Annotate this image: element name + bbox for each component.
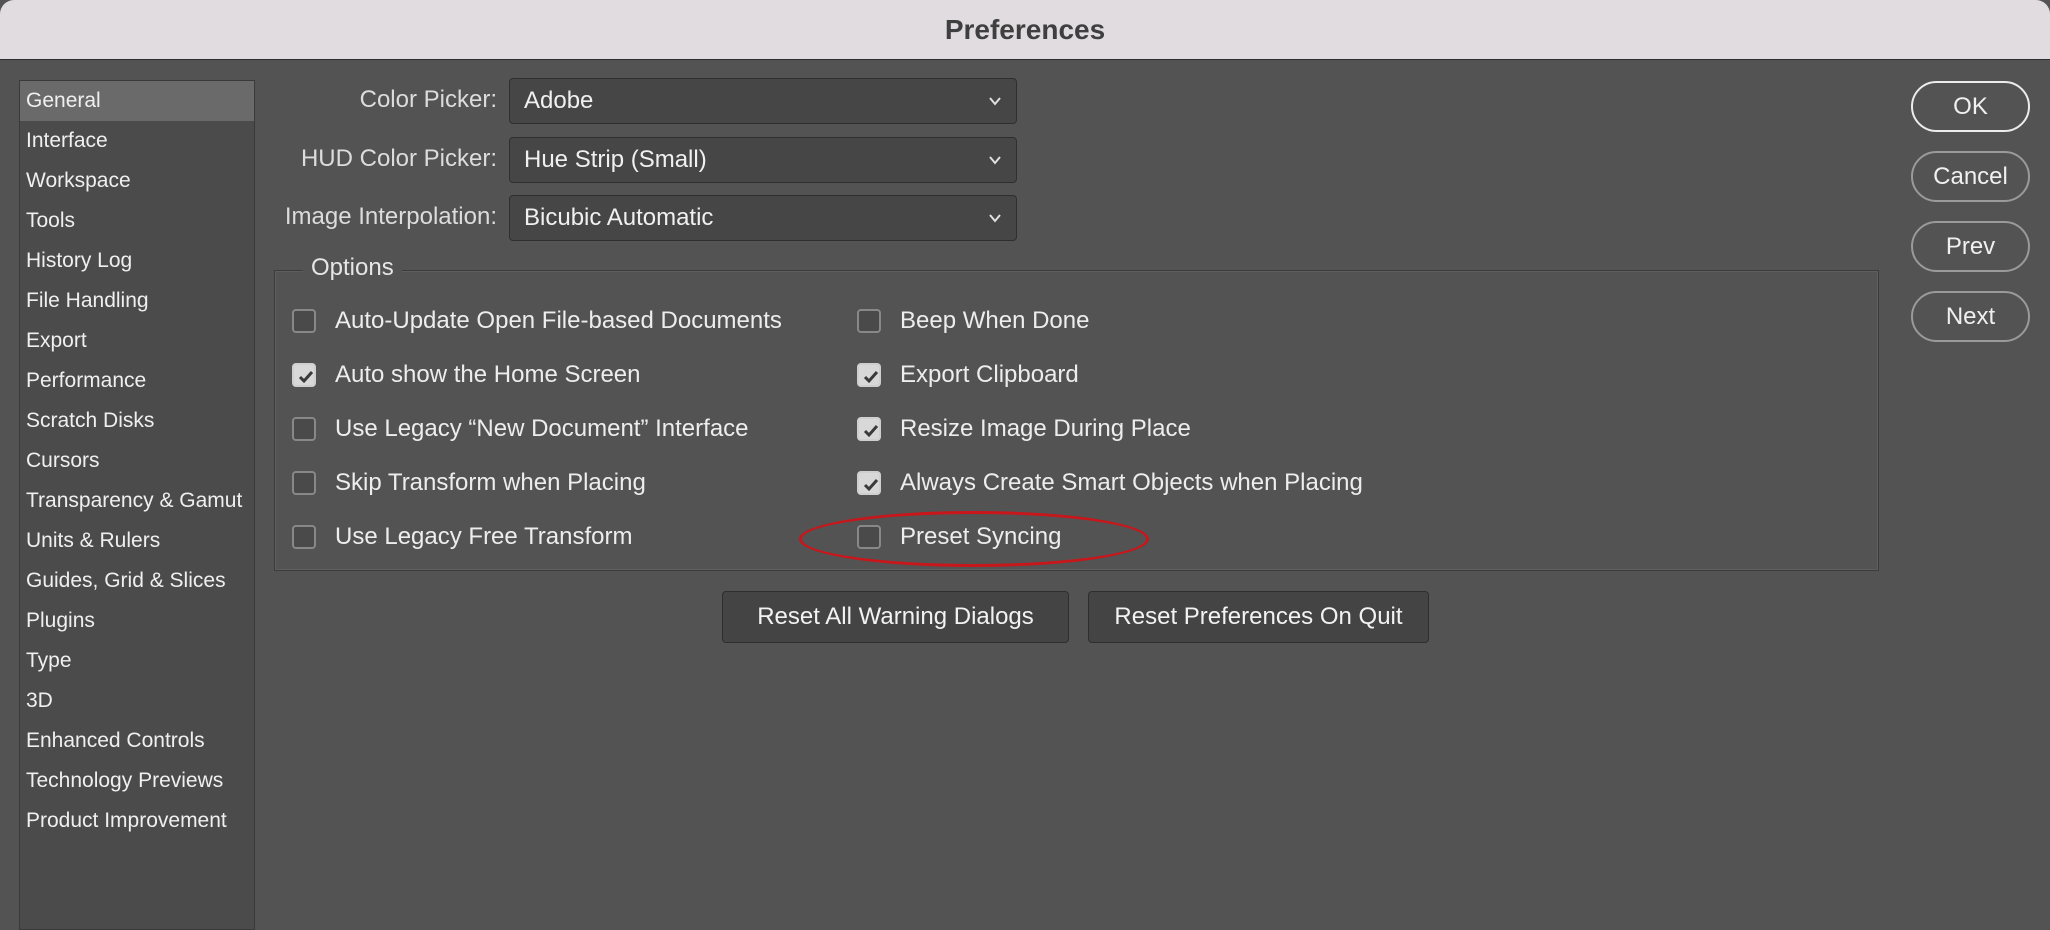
sidebar-item-enhanced-controls[interactable]: Enhanced Controls: [20, 721, 254, 761]
sidebar-item-history-log[interactable]: History Log: [20, 241, 254, 281]
checkmark-icon: [863, 479, 879, 492]
checkmark-icon: [863, 371, 879, 384]
option-auto-show-home-screen[interactable]: Auto show the Home Screen: [292, 361, 641, 389]
cancel-button[interactable]: Cancel: [1911, 151, 2030, 202]
option-label: Always Create Smart Objects when Placing: [900, 469, 1363, 496]
option-label: Beep When Done: [900, 307, 1090, 334]
option-beep-when-done[interactable]: Beep When Done: [857, 307, 1089, 335]
sidebar-item-workspace[interactable]: Workspace: [20, 161, 254, 201]
checkbox-unchecked[interactable]: [857, 525, 881, 549]
option-resize-image-during-place[interactable]: Resize Image During Place: [857, 415, 1191, 443]
options-legend: Options: [303, 254, 402, 282]
preferences-sidebar: General Interface Workspace Tools Histor…: [19, 80, 255, 930]
color-picker-value: Adobe: [524, 87, 594, 114]
chevron-down-icon: [989, 97, 1001, 106]
window-title: Preferences: [944, 13, 1106, 45]
option-legacy-free-transform[interactable]: Use Legacy Free Transform: [292, 523, 632, 551]
option-label: Auto-Update Open File-based Documents: [335, 307, 782, 334]
title-bar: Preferences: [0, 0, 2050, 60]
sidebar-item-export[interactable]: Export: [20, 321, 254, 361]
sidebar-item-units-rulers[interactable]: Units & Rulers: [20, 521, 254, 561]
checkbox-checked[interactable]: [292, 363, 316, 387]
option-label: Skip Transform when Placing: [335, 469, 646, 496]
sidebar-item-guides-grid-slices[interactable]: Guides, Grid & Slices: [20, 561, 254, 601]
option-preset-syncing[interactable]: Preset Syncing: [857, 523, 1061, 551]
sidebar-item-plugins[interactable]: Plugins: [20, 601, 254, 641]
ok-button[interactable]: OK: [1911, 81, 2030, 132]
option-label: Export Clipboard: [900, 361, 1079, 388]
checkbox-checked[interactable]: [857, 363, 881, 387]
hud-color-picker-label: HUD Color Picker:: [300, 145, 497, 172]
option-label: Resize Image During Place: [900, 415, 1191, 442]
hud-color-picker-select[interactable]: Hue Strip (Small): [509, 137, 1017, 183]
option-auto-update-documents[interactable]: Auto-Update Open File-based Documents: [292, 307, 782, 335]
option-legacy-new-document[interactable]: Use Legacy “New Document” Interface: [292, 415, 749, 443]
option-label: Preset Syncing: [900, 523, 1062, 550]
reset-preferences-on-quit-button[interactable]: Reset Preferences On Quit: [1088, 591, 1429, 643]
image-interpolation-select[interactable]: Bicubic Automatic: [509, 195, 1017, 241]
sidebar-item-interface[interactable]: Interface: [20, 121, 254, 161]
option-label: Auto show the Home Screen: [335, 361, 641, 388]
sidebar-item-file-handling[interactable]: File Handling: [20, 281, 254, 321]
checkmark-icon: [863, 425, 879, 438]
option-always-create-smart-objects[interactable]: Always Create Smart Objects when Placing: [857, 469, 1363, 497]
reset-all-warning-dialogs-button[interactable]: Reset All Warning Dialogs: [722, 591, 1069, 643]
chevron-down-icon: [989, 156, 1001, 165]
checkbox-checked[interactable]: [857, 471, 881, 495]
sidebar-item-technology-previews[interactable]: Technology Previews: [20, 761, 254, 801]
option-label: Use Legacy Free Transform: [335, 523, 633, 550]
option-export-clipboard[interactable]: Export Clipboard: [857, 361, 1079, 389]
checkbox-unchecked[interactable]: [857, 309, 881, 333]
option-label: Use Legacy “New Document” Interface: [335, 415, 749, 442]
sidebar-item-product-improvement[interactable]: Product Improvement: [20, 801, 254, 841]
checkbox-unchecked[interactable]: [292, 471, 316, 495]
sidebar-item-type[interactable]: Type: [20, 641, 254, 681]
color-picker-label: Color Picker:: [359, 86, 497, 113]
sidebar-item-3d[interactable]: 3D: [20, 681, 254, 721]
sidebar-item-tools[interactable]: Tools: [20, 201, 254, 241]
sidebar-item-transparency-gamut[interactable]: Transparency & Gamut: [20, 481, 254, 521]
sidebar-item-cursors[interactable]: Cursors: [20, 441, 254, 481]
chevron-down-icon: [989, 214, 1001, 223]
checkbox-unchecked[interactable]: [292, 417, 316, 441]
option-skip-transform[interactable]: Skip Transform when Placing: [292, 469, 646, 497]
checkbox-unchecked[interactable]: [292, 525, 316, 549]
checkmark-icon: [298, 371, 314, 384]
image-interpolation-label: Image Interpolation:: [284, 203, 497, 230]
checkbox-checked[interactable]: [857, 417, 881, 441]
next-button[interactable]: Next: [1911, 291, 2030, 342]
image-interpolation-value: Bicubic Automatic: [524, 204, 714, 231]
checkbox-unchecked[interactable]: [292, 309, 316, 333]
sidebar-item-general[interactable]: General: [20, 81, 254, 121]
sidebar-item-scratch-disks[interactable]: Scratch Disks: [20, 401, 254, 441]
hud-color-picker-value: Hue Strip (Small): [524, 146, 707, 173]
sidebar-item-performance[interactable]: Performance: [20, 361, 254, 401]
color-picker-select[interactable]: Adobe: [509, 78, 1017, 124]
prev-button[interactable]: Prev: [1911, 221, 2030, 272]
